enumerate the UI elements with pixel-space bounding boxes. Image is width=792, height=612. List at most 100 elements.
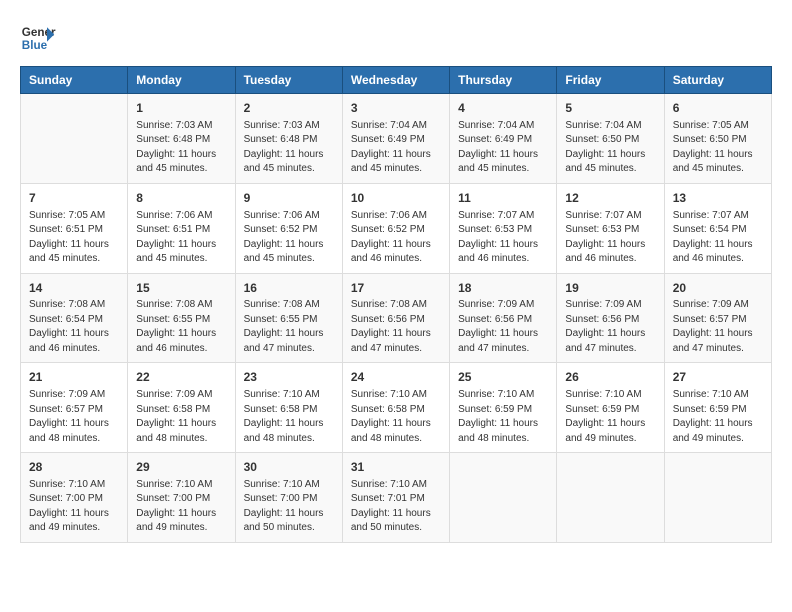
calendar-week-3: 14Sunrise: 7:08 AM Sunset: 6:54 PM Dayli… [21,273,772,363]
day-number: 11 [458,190,548,207]
day-number: 15 [136,280,226,297]
day-info: Sunrise: 7:10 AM Sunset: 6:59 PM Dayligh… [565,388,655,446]
calendar-cell: 17Sunrise: 7:08 AM Sunset: 6:56 PM Dayli… [342,273,449,363]
logo-icon: General Blue [20,20,56,56]
day-info: Sunrise: 7:10 AM Sunset: 7:00 PM Dayligh… [29,478,119,536]
day-info: Sunrise: 7:09 AM Sunset: 6:56 PM Dayligh… [565,298,655,356]
calendar-cell: 11 Sunrise: 7:07 AM Sunset: 6:53 PM Dayli… [450,183,557,273]
calendar-cell: 29 Sunrise: 7:10 AM Sunset: 7:00 PM Dayli… [128,453,235,543]
day-info: Sunrise: 7:10 AM Sunset: 7:00 PM Dayligh… [136,478,226,536]
day-info: Sunrise: 7:09 AM Sunset: 6:58 PM Dayligh… [136,388,226,446]
day-number: 22 [136,369,226,386]
calendar-cell: 20Sunrise: 7:09 AM Sunset: 6:57 PM Dayli… [664,273,771,363]
day-info: Sunrise: 7:08 AM Sunset: 6:54 PM Dayligh… [29,298,119,356]
day-info: Sunrise: 7:05 AM Sunset: 6:51 PM Dayligh… [29,209,119,267]
calendar-week-2: 7Sunrise: 7:05 AM Sunset: 6:51 PM Daylig… [21,183,772,273]
day-number: 13 [673,190,763,207]
calendar-cell: 28 Sunrise: 7:10 AM Sunset: 7:00 PM Dayli… [21,453,128,543]
calendar-cell: 24 Sunrise: 7:10 AM Sunset: 6:58 PM Dayli… [342,363,449,453]
calendar-cell: 7Sunrise: 7:05 AM Sunset: 6:51 PM Daylig… [21,183,128,273]
day-header-saturday: Saturday [664,67,771,94]
day-info: Sunrise: 7:09 AM Sunset: 6:56 PM Dayligh… [458,298,548,356]
logo: General Blue [20,20,56,56]
day-info: Sunrise: 7:04 AM Sunset: 6:49 PM Dayligh… [351,119,441,177]
day-number: 24 [351,369,441,386]
day-info: Sunrise: 7:06 AM Sunset: 6:51 PM Dayligh… [136,209,226,267]
day-info: Sunrise: 7:10 AM Sunset: 7:01 PM Dayligh… [351,478,441,536]
day-header-wednesday: Wednesday [342,67,449,94]
day-number: 26 [565,369,655,386]
calendar-week-1: 1Sunrise: 7:03 AM Sunset: 6:48 PM Daylig… [21,94,772,184]
day-number: 6 [673,100,763,117]
day-number: 29 [136,459,226,476]
calendar-cell: 31Sunrise: 7:10 AM Sunset: 7:01 PM Dayli… [342,453,449,543]
calendar-cell: 2Sunrise: 7:03 AM Sunset: 6:48 PM Daylig… [235,94,342,184]
day-info: Sunrise: 7:10 AM Sunset: 6:59 PM Dayligh… [458,388,548,446]
day-info: Sunrise: 7:07 AM Sunset: 6:53 PM Dayligh… [565,209,655,267]
calendar-body: 1Sunrise: 7:03 AM Sunset: 6:48 PM Daylig… [21,94,772,543]
day-header-thursday: Thursday [450,67,557,94]
day-info: Sunrise: 7:10 AM Sunset: 6:59 PM Dayligh… [673,388,763,446]
day-header-sunday: Sunday [21,67,128,94]
day-info: Sunrise: 7:08 AM Sunset: 6:56 PM Dayligh… [351,298,441,356]
day-number: 4 [458,100,548,117]
day-info: Sunrise: 7:08 AM Sunset: 6:55 PM Dayligh… [136,298,226,356]
page-header: General Blue [20,20,772,56]
day-number: 19 [565,280,655,297]
calendar-cell [557,453,664,543]
day-info: Sunrise: 7:04 AM Sunset: 6:49 PM Dayligh… [458,119,548,177]
calendar-cell: 16Sunrise: 7:08 AM Sunset: 6:55 PM Dayli… [235,273,342,363]
svg-text:Blue: Blue [22,39,48,52]
day-number: 23 [244,369,334,386]
calendar-cell: 14Sunrise: 7:08 AM Sunset: 6:54 PM Dayli… [21,273,128,363]
calendar-cell: 26 Sunrise: 7:10 AM Sunset: 6:59 PM Dayli… [557,363,664,453]
calendar-cell [21,94,128,184]
calendar-header: SundayMondayTuesdayWednesdayThursdayFrid… [21,67,772,94]
day-number: 9 [244,190,334,207]
calendar-cell: 22 Sunrise: 7:09 AM Sunset: 6:58 PM Dayli… [128,363,235,453]
calendar-cell: 18Sunrise: 7:09 AM Sunset: 6:56 PM Dayli… [450,273,557,363]
calendar-week-4: 21 Sunrise: 7:09 AM Sunset: 6:57 PM Dayli… [21,363,772,453]
day-number: 2 [244,100,334,117]
day-info: Sunrise: 7:09 AM Sunset: 6:57 PM Dayligh… [673,298,763,356]
calendar-cell: 9 Sunrise: 7:06 AM Sunset: 6:52 PM Daylig… [235,183,342,273]
day-info: Sunrise: 7:10 AM Sunset: 6:58 PM Dayligh… [244,388,334,446]
day-number: 12 [565,190,655,207]
calendar-week-5: 28 Sunrise: 7:10 AM Sunset: 7:00 PM Dayli… [21,453,772,543]
day-number: 10 [351,190,441,207]
calendar-cell: 23 Sunrise: 7:10 AM Sunset: 6:58 PM Dayli… [235,363,342,453]
day-number: 5 [565,100,655,117]
day-info: Sunrise: 7:09 AM Sunset: 6:57 PM Dayligh… [29,388,119,446]
calendar-cell: 5Sunrise: 7:04 AM Sunset: 6:50 PM Daylig… [557,94,664,184]
calendar-cell: 15Sunrise: 7:08 AM Sunset: 6:55 PM Dayli… [128,273,235,363]
day-number: 8 [136,190,226,207]
day-info: Sunrise: 7:03 AM Sunset: 6:48 PM Dayligh… [136,119,226,177]
day-header-friday: Friday [557,67,664,94]
day-info: Sunrise: 7:10 AM Sunset: 7:00 PM Dayligh… [244,478,334,536]
day-info: Sunrise: 7:05 AM Sunset: 6:50 PM Dayligh… [673,119,763,177]
day-info: Sunrise: 7:07 AM Sunset: 6:53 PM Dayligh… [458,209,548,267]
day-number: 28 [29,459,119,476]
day-info: Sunrise: 7:07 AM Sunset: 6:54 PM Dayligh… [673,209,763,267]
day-number: 20 [673,280,763,297]
day-info: Sunrise: 7:06 AM Sunset: 6:52 PM Dayligh… [244,209,334,267]
calendar-cell: 19Sunrise: 7:09 AM Sunset: 6:56 PM Dayli… [557,273,664,363]
day-info: Sunrise: 7:10 AM Sunset: 6:58 PM Dayligh… [351,388,441,446]
day-number: 21 [29,369,119,386]
calendar-cell [450,453,557,543]
calendar-cell: 8 Sunrise: 7:06 AM Sunset: 6:51 PM Daylig… [128,183,235,273]
calendar-cell: 10 Sunrise: 7:06 AM Sunset: 6:52 PM Dayli… [342,183,449,273]
calendar-cell: 25Sunrise: 7:10 AM Sunset: 6:59 PM Dayli… [450,363,557,453]
calendar-cell: 1Sunrise: 7:03 AM Sunset: 6:48 PM Daylig… [128,94,235,184]
day-number: 14 [29,280,119,297]
calendar-cell: 27 Sunrise: 7:10 AM Sunset: 6:59 PM Dayli… [664,363,771,453]
calendar-cell: 21 Sunrise: 7:09 AM Sunset: 6:57 PM Dayli… [21,363,128,453]
day-number: 30 [244,459,334,476]
calendar-cell: 3Sunrise: 7:04 AM Sunset: 6:49 PM Daylig… [342,94,449,184]
day-header-monday: Monday [128,67,235,94]
calendar-cell [664,453,771,543]
day-info: Sunrise: 7:06 AM Sunset: 6:52 PM Dayligh… [351,209,441,267]
calendar-cell: 30 Sunrise: 7:10 AM Sunset: 7:00 PM Dayli… [235,453,342,543]
day-number: 27 [673,369,763,386]
calendar-cell: 4 Sunrise: 7:04 AM Sunset: 6:49 PM Daylig… [450,94,557,184]
